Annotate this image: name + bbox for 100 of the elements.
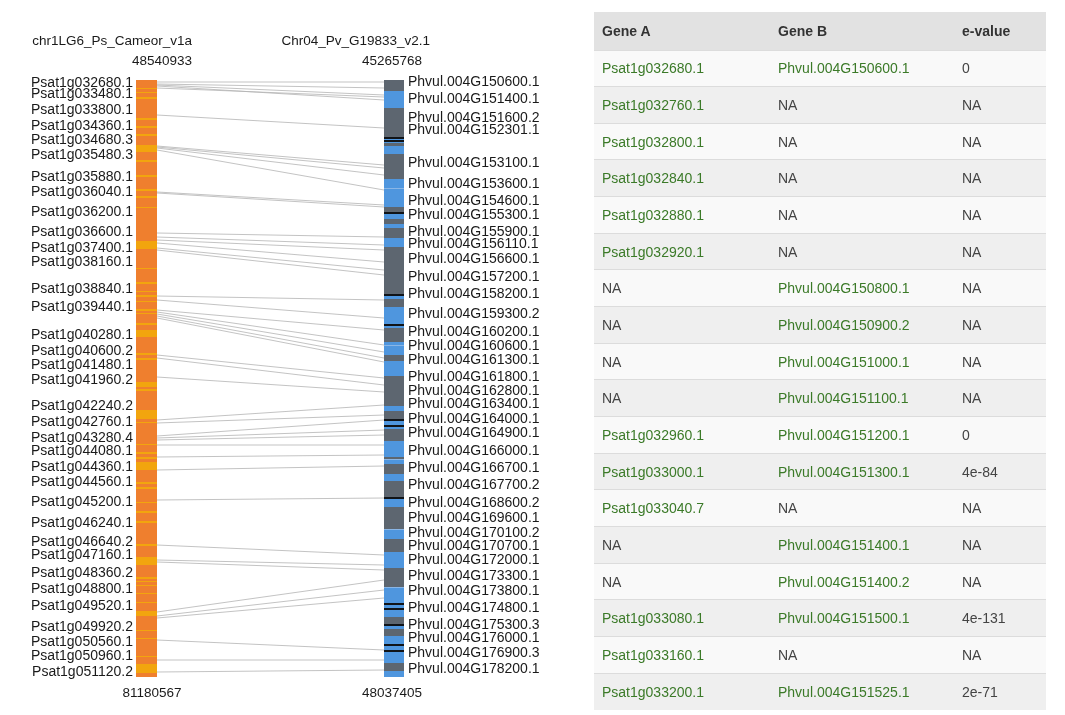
gene-link[interactable]: Phvul.004G151500.1: [778, 610, 910, 627]
gene-label: Psat1g035880.1: [31, 167, 133, 184]
gene-label: Psat1g039440.1: [31, 297, 133, 314]
table-cell: NA: [954, 86, 1046, 124]
gene-label: Phvul.004G158200.1: [408, 285, 540, 302]
table-cell: NA: [954, 563, 1046, 600]
gene-label: Phvul.004G176900.3: [408, 644, 540, 661]
gene-label: Psat1g048360.2: [31, 564, 133, 581]
gene-label: Psat1g036200.1: [31, 203, 133, 219]
gene-label: Psat1g035480.3: [31, 146, 133, 163]
gene-label: Psat1g046240.1: [31, 513, 133, 530]
gene-label: Phvul.004G156600.1: [408, 250, 540, 267]
table-cell: NA: [954, 123, 1046, 160]
gene-label: Phvul.004G174800.1: [408, 599, 540, 616]
table-cell: NA: [954, 636, 1046, 674]
gene-link[interactable]: Psat1g032760.1: [602, 97, 704, 113]
gene-label: Phvul.004G170100.2: [408, 523, 540, 540]
table-cell: NA: [954, 233, 1046, 270]
gene-label: Phvul.004G153100.1: [408, 153, 540, 170]
gene-label: Phvul.004G166700.1: [408, 458, 540, 475]
gene-label: Phvul.004G163400.1: [408, 395, 540, 412]
gene-label: Phvul.004G170700.1: [408, 537, 540, 553]
table-cell: NA: [770, 196, 954, 234]
gene-label: Psat1g045200.1: [31, 492, 133, 509]
gene-label: Psat1g044560.1: [31, 473, 133, 489]
gene-label: Phvul.004G166000.1: [408, 442, 540, 458]
table-cell: NA: [954, 269, 1046, 307]
table-cell: NA: [954, 306, 1046, 344]
gene-link[interactable]: Phvul.004G151100.1: [778, 390, 909, 407]
gene-label: Phvul.004G160600.1: [408, 337, 540, 353]
gene-label: Phvul.004G168600.2: [408, 493, 540, 510]
gene-label: Psat1g044360.1: [31, 458, 133, 474]
gene-label: Phvul.004G153600.1: [408, 175, 540, 192]
table-cell: NA: [770, 123, 954, 160]
chromosome-end: 81180567: [122, 685, 182, 700]
chromosome-name: chr1LG6_Ps_Cameor_v1a: [32, 33, 192, 48]
gene-label: Psat1g048800.1: [31, 579, 133, 596]
gene-label: Psat1g040280.1: [31, 326, 133, 343]
gene-link[interactable]: Phvul.004G151525.1: [778, 683, 910, 700]
table-cell: NA: [770, 159, 954, 197]
chromosome-name: Chr04_Pv_G19833_v2.1: [281, 33, 430, 48]
gene-label: Psat1g042240.2: [31, 397, 133, 413]
table-cell: 0: [954, 416, 1046, 454]
gene-link[interactable]: Phvul.004G151400.1: [778, 536, 910, 553]
chromosome-end: 48037405: [362, 685, 423, 700]
table-cell: NA: [770, 489, 954, 527]
gene-label: Psat1g041960.2: [31, 371, 133, 388]
column-header: Gene A: [594, 12, 770, 50]
gene-link[interactable]: Psat1g032800.1: [602, 133, 704, 150]
gene-label: Psat1g043280.4: [31, 428, 133, 445]
table-cell: NA: [954, 489, 1046, 527]
gene-label: Psat1g051120.2: [32, 662, 133, 679]
gene-label: Phvul.004G154600.1: [408, 192, 540, 208]
gene-link[interactable]: Phvul.004G151400.2: [778, 573, 910, 590]
gene-link[interactable]: Phvul.004G150900.2: [778, 316, 910, 333]
gene-label: Phvul.004G162800.1: [408, 382, 540, 398]
chromosome-start: 45265768: [362, 53, 423, 68]
gene-label: Phvul.004G159300.2: [408, 305, 540, 322]
gene-label: Psat1g034360.1: [31, 117, 133, 133]
table-cell: NA: [954, 343, 1046, 380]
gene-link[interactable]: Psat1g033160.1: [602, 646, 704, 663]
gene-label: Psat1g036040.1: [31, 183, 133, 200]
gene-link[interactable]: Psat1g033200.1: [602, 683, 704, 700]
table-cell: NA: [954, 526, 1046, 564]
gene-label: Psat1g042760.1: [31, 412, 133, 429]
gene-label: Psat1g033800.1: [31, 101, 133, 117]
table-cell: 0: [954, 50, 1046, 87]
gene-link[interactable]: Psat1g033040.7: [602, 500, 704, 517]
table-cell: 4e-131: [954, 599, 1046, 637]
gene-label: Phvul.004G160200.1: [408, 322, 540, 339]
gene-label: Psat1g046640.2: [31, 532, 133, 549]
gene-link[interactable]: Psat1g033000.1: [602, 463, 704, 480]
gene-link[interactable]: Psat1g032960.1: [602, 426, 704, 443]
gene-label: Phvul.004G173800.1: [408, 582, 540, 598]
gene-link[interactable]: Phvul.004G150800.1: [778, 280, 910, 297]
gene-link[interactable]: Psat1g033080.1: [602, 610, 704, 627]
gene-link[interactable]: Phvul.004G151000.1: [778, 353, 910, 370]
gene-link[interactable]: Phvul.004G150600.1: [778, 60, 910, 77]
gene-link[interactable]: Psat1g032840.1: [602, 170, 704, 187]
table-cell: 2e-71: [954, 673, 1046, 710]
table-cell: NA: [594, 343, 770, 380]
gene-label: Phvul.004G169600.1: [408, 508, 540, 525]
gene-link[interactable]: Psat1g032680.1: [602, 60, 704, 77]
table-cell: NA: [770, 86, 954, 124]
column-header: e-value: [954, 12, 1046, 50]
gene-label: Phvul.004G175300.3: [408, 616, 540, 632]
gene-link[interactable]: Phvul.004G151200.1: [778, 426, 910, 443]
gene-label: Phvul.004G155300.1: [408, 206, 540, 222]
gene-label: Phvul.004G167700.2: [408, 476, 540, 492]
gene-label: Phvul.004G150600.1: [408, 72, 540, 89]
gene-link[interactable]: Psat1g032920.1: [602, 243, 704, 260]
gene-label: Psat1g040600.2: [31, 342, 133, 358]
gene-label: Phvul.004G173300.1: [408, 567, 540, 583]
gene-label: Phvul.004G172000.1: [408, 551, 540, 567]
gene-link[interactable]: Psat1g032880.1: [602, 206, 704, 223]
gene-link[interactable]: Phvul.004G151300.1: [778, 463, 910, 480]
gene-label: Psat1g038840.1: [31, 279, 133, 296]
gene-label: Phvul.004G161800.1: [408, 368, 540, 384]
gene-label: Psat1g049920.2: [31, 617, 133, 634]
gene-label: Psat1g037400.1: [31, 239, 133, 255]
